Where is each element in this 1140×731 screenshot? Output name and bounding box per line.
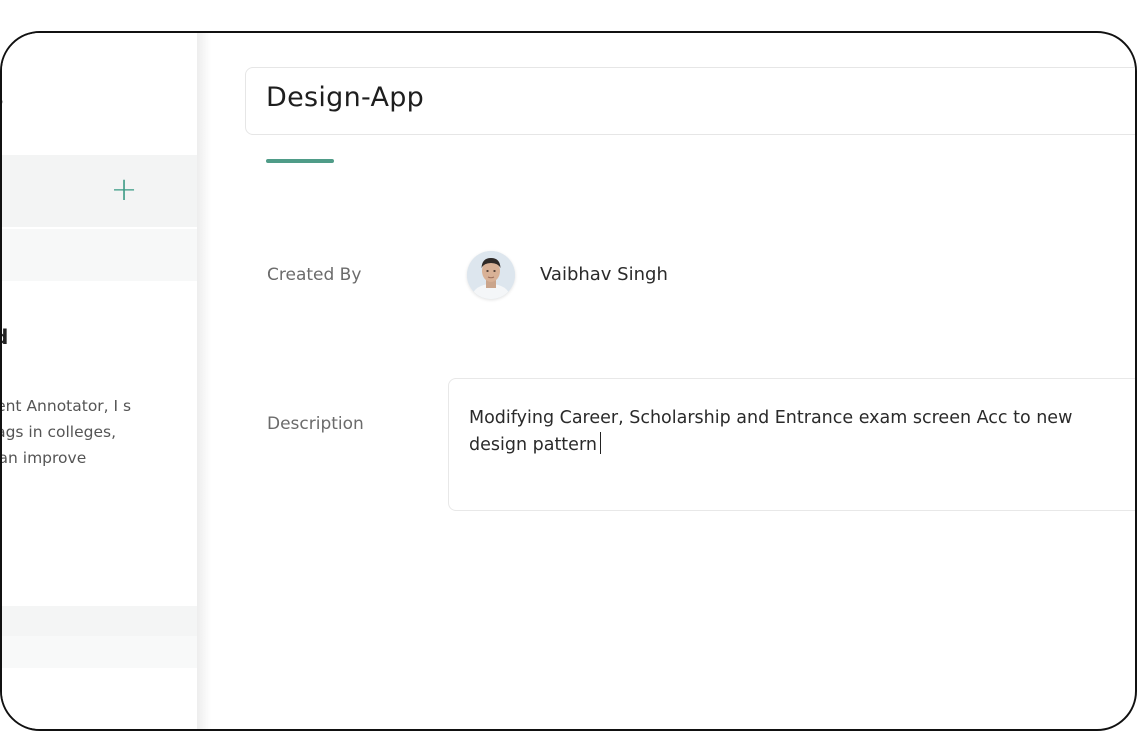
add-item-row: + [2,155,197,227]
sidebar-list-item[interactable] [2,636,197,668]
project-title: Design-App [266,82,425,113]
active-tab-indicator [266,159,334,163]
app-window: s + d tent Annotator, I s tags in colleg… [0,31,1137,731]
avatar[interactable] [467,251,515,299]
project-card-description: tent Annotator, I s tags in colleges, ca… [2,393,197,471]
card-desc-line: tent Annotator, I s [2,397,132,415]
add-icon[interactable]: + [106,169,142,209]
text-cursor [599,432,602,454]
created-by-label: Created By [267,265,362,285]
project-card-title[interactable]: d [2,325,8,349]
user-avatar-icon [467,251,515,299]
description-value: Modifying Career, Scholarship and Entran… [469,408,1073,455]
description-label: Description [267,414,364,434]
sidebar-section-divider [2,229,197,281]
creator-name: Vaibhav Singh [540,264,668,285]
sidebar-heading: s [2,88,3,110]
sidebar-shadow [197,33,211,729]
description-text: Modifying Career, Scholarship and Entran… [469,405,1109,459]
sidebar-list-item[interactable] [2,606,197,636]
card-desc-line: tags in colleges, [2,423,117,441]
description-textarea[interactable]: Modifying Career, Scholarship and Entran… [448,378,1135,511]
card-desc-line: can improve [2,449,87,467]
sidebar-panel: s + d tent Annotator, I s tags in colleg… [2,33,197,729]
project-title-input[interactable]: Design-App [245,67,1135,135]
